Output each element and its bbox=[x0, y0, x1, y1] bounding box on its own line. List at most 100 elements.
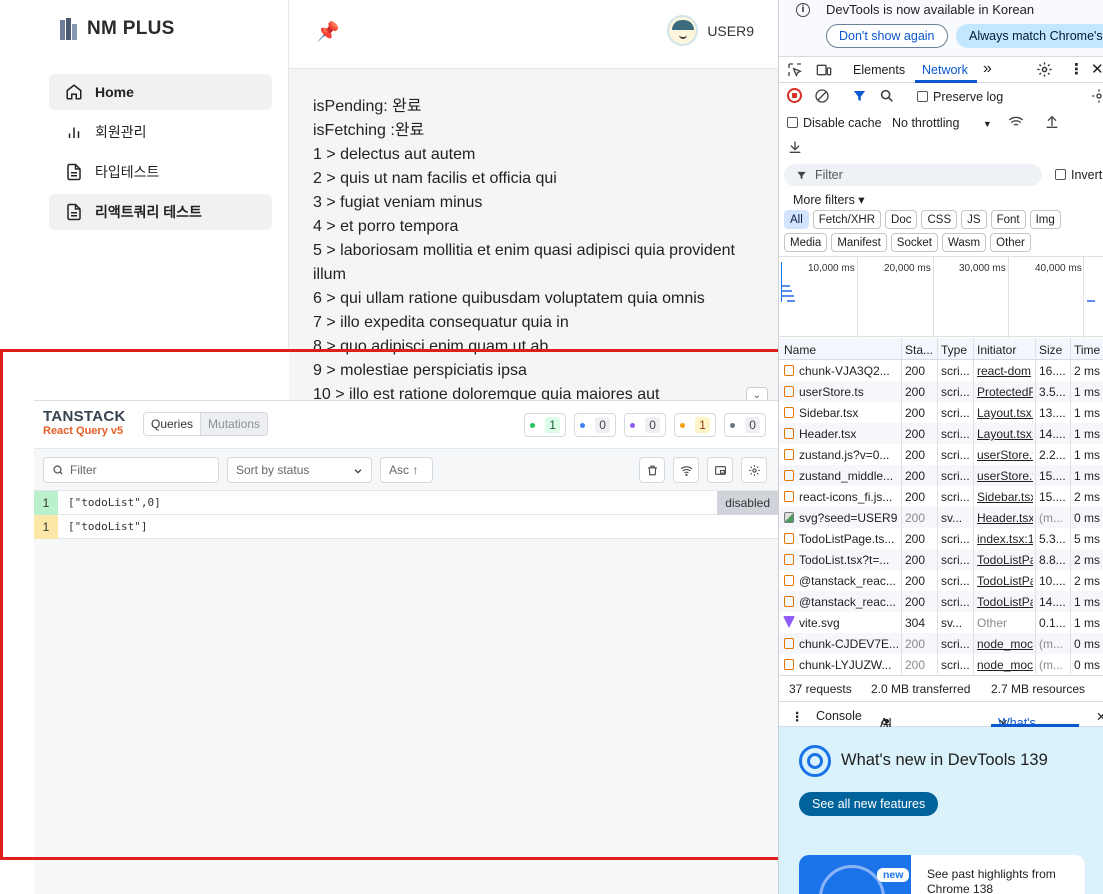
table-row[interactable]: svg?seed=USER9 200 sv... Header.tsx (m... 0 m… bbox=[779, 507, 1103, 528]
column-size[interactable]: Size bbox=[1039, 343, 1062, 357]
filter-chip-doc[interactable]: Doc bbox=[885, 210, 918, 229]
filter-chip-img[interactable]: Img bbox=[1029, 210, 1061, 229]
table-row[interactable]: TodoList.tsx?t=... 200 scri... TodoListPa 8.… bbox=[779, 549, 1103, 570]
pip-button[interactable] bbox=[707, 457, 733, 483]
filter-chip-fetch-xhr[interactable]: Fetch/XHR bbox=[812, 210, 882, 229]
sidebar-item-home[interactable]: Home bbox=[49, 74, 272, 110]
export-har-icon[interactable] bbox=[787, 139, 803, 155]
clear-icon[interactable] bbox=[814, 88, 830, 104]
invert-checkbox[interactable]: Invert bbox=[1055, 168, 1102, 182]
table-row[interactable]: @tanstack_reac... 200 scri... TodoListPa 10.… bbox=[779, 570, 1103, 591]
filter-chip-all[interactable]: All bbox=[784, 210, 809, 229]
query-row[interactable]: 1 ["todoList"] bbox=[34, 514, 778, 539]
fetching-count[interactable]: 0 bbox=[574, 413, 616, 437]
filter-chip-media[interactable]: Media bbox=[784, 233, 828, 252]
table-row[interactable]: userStore.ts 200 scri... ProtectedR 3.5... 1 … bbox=[779, 381, 1103, 402]
kebab-menu-icon[interactable]: ⋮ bbox=[1069, 60, 1084, 78]
inspect-element-icon[interactable] bbox=[787, 62, 803, 78]
table-row[interactable]: react-icons_fi.js... 200 scri... Sidebar.ts… bbox=[779, 486, 1103, 507]
tab-console[interactable]: Console bbox=[816, 709, 862, 723]
table-row[interactable]: Header.tsx 200 scri... Layout.tsx: 14.... 1 m… bbox=[779, 423, 1103, 444]
sort-select[interactable]: Sort by status bbox=[227, 457, 372, 483]
cell-initiator[interactable]: TodoListPa bbox=[977, 595, 1033, 609]
import-har-icon[interactable] bbox=[1044, 114, 1060, 130]
drawer-menu-icon[interactable]: ⋮ bbox=[791, 709, 804, 724]
tab-queries[interactable]: Queries bbox=[144, 413, 200, 435]
cell-initiator[interactable]: TodoListPa bbox=[977, 553, 1033, 567]
network-filter-input[interactable]: Filter bbox=[784, 164, 1042, 186]
gear-icon[interactable] bbox=[1091, 88, 1103, 104]
sort-order-button[interactable]: Asc ↑ bbox=[380, 457, 433, 483]
drawer-close-icon[interactable]: ✕ bbox=[1096, 709, 1103, 724]
fresh-count[interactable]: 1 bbox=[524, 413, 566, 437]
cell-initiator[interactable]: ProtectedR bbox=[977, 385, 1033, 399]
cell-initiator[interactable]: TodoListPa bbox=[977, 574, 1033, 588]
filter-chip-font[interactable]: Font bbox=[990, 210, 1026, 229]
table-row[interactable]: Sidebar.tsx 200 scri... Layout.tsx: 13.... 1 … bbox=[779, 402, 1103, 423]
gear-icon[interactable] bbox=[1036, 61, 1053, 78]
tab-network[interactable]: Network bbox=[922, 63, 968, 77]
filter-chip-other[interactable]: Other bbox=[990, 233, 1031, 252]
cell-initiator[interactable]: userStore.t bbox=[977, 469, 1033, 483]
always-match-button[interactable]: Always match Chrome's l bbox=[956, 24, 1103, 48]
sidebar-item-react-query-test[interactable]: 리액트쿼리 테스트 bbox=[49, 194, 272, 230]
app-logo[interactable]: NM PLUS bbox=[60, 18, 175, 40]
tab-elements[interactable]: Elements bbox=[853, 63, 905, 77]
cell-initiator[interactable]: Other bbox=[977, 616, 1033, 630]
sidebar-item-type-test[interactable]: 타입테스트 bbox=[49, 154, 272, 190]
dont-show-again-button[interactable]: Don't show again bbox=[826, 24, 948, 48]
filter-chip-js[interactable]: JS bbox=[961, 210, 987, 229]
cell-initiator[interactable]: node_moc bbox=[977, 637, 1033, 651]
column-name[interactable]: Name bbox=[784, 343, 816, 357]
throttling-select[interactable]: No throttling ▼ bbox=[892, 116, 992, 130]
filter-funnel-icon[interactable] bbox=[852, 88, 867, 104]
inactive-count[interactable]: 0 bbox=[724, 413, 766, 437]
record-stop-icon[interactable] bbox=[787, 88, 802, 103]
see-all-features-button[interactable]: See all new features bbox=[799, 792, 939, 816]
cell-initiator[interactable]: Header.tsx bbox=[977, 511, 1033, 525]
preserve-log-checkbox[interactable]: Preserve log bbox=[917, 90, 1003, 104]
more-tabs-icon[interactable]: » bbox=[983, 60, 992, 78]
tanstack-logo[interactable]: TANSTACK React Query v5 bbox=[43, 409, 126, 439]
device-toolbar-icon[interactable] bbox=[815, 62, 833, 78]
highlights-card[interactable]: new See past highlights from Chrome 138 bbox=[799, 855, 1085, 894]
filter-chip-socket[interactable]: Socket bbox=[890, 233, 938, 252]
sidebar-item-members[interactable]: 회원관리 bbox=[49, 114, 272, 150]
table-row[interactable]: TodoListPage.ts... 200 scri... index.tsx:1 5… bbox=[779, 528, 1103, 549]
table-row[interactable]: chunk-VJA3Q2... 200 scri... react-dom 16....… bbox=[779, 360, 1103, 381]
cell-initiator[interactable]: userStore.t bbox=[977, 448, 1033, 462]
cell-initiator[interactable]: react-dom bbox=[977, 364, 1033, 378]
column-status[interactable]: Sta... bbox=[905, 343, 933, 357]
cell-initiator[interactable]: index.tsx:1 bbox=[977, 532, 1033, 546]
table-row[interactable]: zustand.js?v=0... 200 scri... userStore.t 2.… bbox=[779, 444, 1103, 465]
network-conditions-icon[interactable] bbox=[1007, 114, 1025, 130]
paused-count[interactable]: 0 bbox=[624, 413, 666, 437]
close-icon[interactable]: ✕ bbox=[1091, 60, 1103, 78]
devtools-collapse-button[interactable]: ⌄ bbox=[746, 387, 768, 400]
filter-chip-css[interactable]: CSS bbox=[921, 210, 958, 229]
filter-chip-wasm[interactable]: Wasm bbox=[941, 233, 987, 252]
table-row[interactable]: @tanstack_reac... 200 scri... TodoListPa 14.… bbox=[779, 591, 1103, 612]
table-row[interactable]: vite.svg 304 sv... Other 0.1... 1 ms bbox=[779, 612, 1103, 633]
query-row[interactable]: 1 ["todoList",0] disabled bbox=[34, 490, 778, 515]
clear-cache-button[interactable] bbox=[639, 457, 665, 483]
disable-cache-checkbox[interactable]: Disable cache bbox=[787, 116, 882, 130]
more-filters-dropdown[interactable]: More filters ▾ bbox=[793, 192, 865, 207]
table-row[interactable]: chunk-LYJUZW... 200 scri... node_moc (m... 0 … bbox=[779, 654, 1103, 675]
cell-initiator[interactable]: Layout.tsx: bbox=[977, 427, 1033, 441]
cell-initiator[interactable]: Layout.tsx: bbox=[977, 406, 1033, 420]
cell-initiator[interactable]: Sidebar.tsx bbox=[977, 490, 1033, 504]
table-row[interactable]: chunk-CJDEV7E... 200 scri... node_moc (m... 0… bbox=[779, 633, 1103, 654]
settings-button[interactable] bbox=[741, 457, 767, 483]
pin-icon[interactable]: 📌 bbox=[316, 20, 340, 44]
table-row[interactable]: zustand_middle... 200 scri... userStore.t 15… bbox=[779, 465, 1103, 486]
network-overview-timeline[interactable]: 10,000 ms 20,000 ms 30,000 ms 40,000 ms bbox=[779, 256, 1103, 338]
search-icon[interactable] bbox=[879, 88, 895, 104]
column-initiator[interactable]: Initiator bbox=[977, 343, 1016, 357]
user-menu[interactable]: USER9 bbox=[667, 15, 754, 46]
tab-mutations[interactable]: Mutations bbox=[200, 413, 268, 435]
offline-mode-button[interactable] bbox=[673, 457, 699, 483]
stale-count[interactable]: 1 bbox=[674, 413, 716, 437]
column-type[interactable]: Type bbox=[941, 343, 967, 357]
filter-chip-manifest[interactable]: Manifest bbox=[831, 233, 887, 252]
